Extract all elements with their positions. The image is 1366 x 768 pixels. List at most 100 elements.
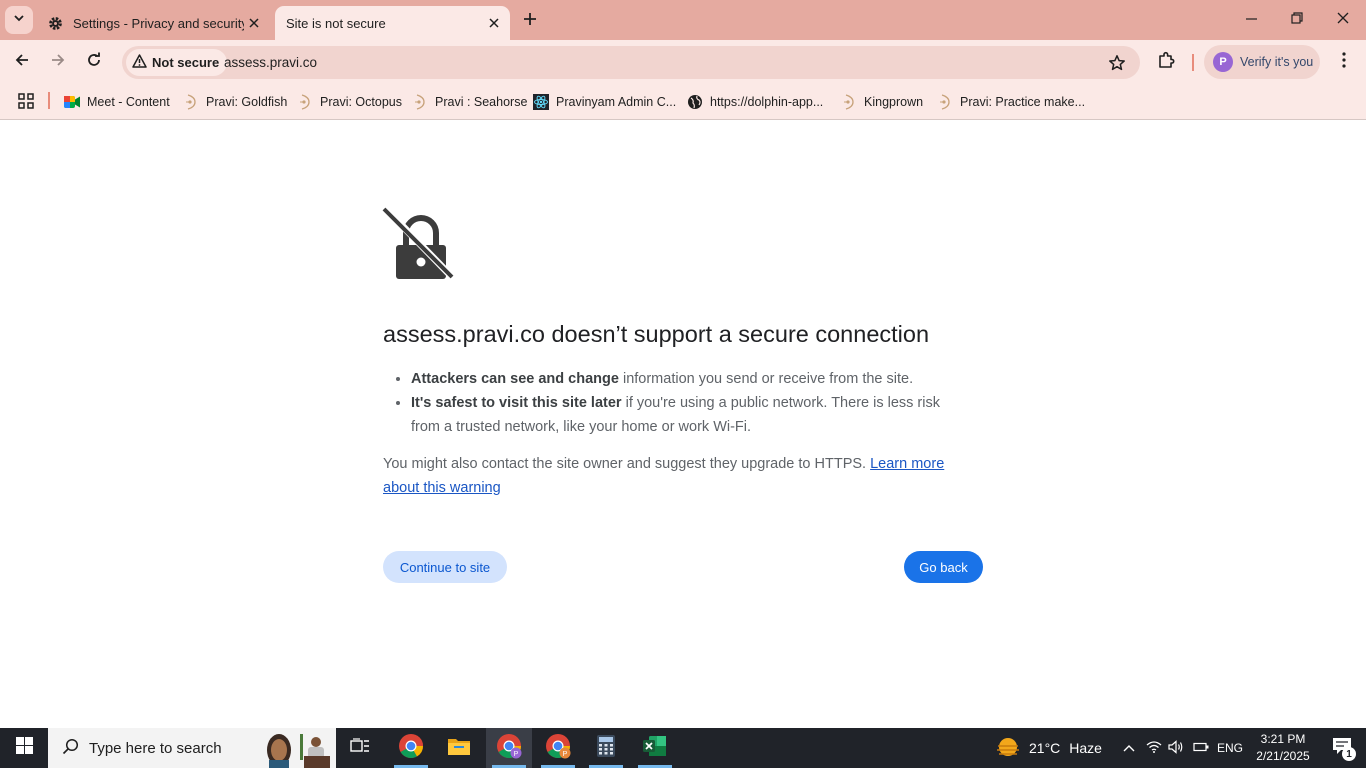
tab-title: Site is not secure [286, 15, 386, 31]
show-hidden-icons-button[interactable] [1118, 728, 1140, 768]
tab-site-not-secure[interactable]: Site is not secure [275, 6, 510, 40]
close-icon [1337, 11, 1349, 29]
reload-icon [86, 52, 102, 73]
notification-count-badge: 1 [1342, 747, 1356, 761]
taskbar-clock[interactable]: 3:21 PM 2/21/2025 [1248, 731, 1318, 765]
clock-date: 2/21/2025 [1256, 749, 1310, 763]
taskbar-search-box[interactable]: Type here to search [48, 728, 336, 768]
address-bar[interactable]: Not secure assess.pravi.co [122, 46, 1140, 79]
windows-taskbar: Type here to search P P 21°C Haze ENG 3:… [0, 728, 1366, 768]
reload-button[interactable] [80, 48, 108, 76]
action-center-button[interactable]: 1 [1322, 728, 1362, 768]
chevron-down-icon [13, 11, 25, 29]
bookmark-label: Pravi: Octopus [320, 95, 402, 109]
bookmark-pravinyam-admin[interactable]: Pravinyam Admin C... [533, 91, 676, 113]
back-button[interactable] [8, 48, 36, 76]
taskbar-task-view[interactable] [337, 728, 383, 768]
gear-icon [48, 16, 63, 31]
pravi-logo-icon [183, 94, 199, 110]
bookmarks-bar: Meet - Content Pravi: Goldfish Pravi: Oc… [0, 84, 1366, 120]
globe-icon [687, 94, 703, 110]
restore-button[interactable] [1274, 0, 1320, 40]
forward-button[interactable] [44, 48, 72, 76]
input-language[interactable]: ENG [1214, 728, 1246, 768]
taskbar-chrome-profile[interactable]: P [535, 728, 581, 768]
bookmark-pravi-seahorse[interactable]: Pravi : Seahorse [412, 91, 527, 113]
security-interstitial: assess.pravi.co doesn’t support a secure… [0, 121, 1366, 728]
url-text[interactable]: assess.pravi.co [224, 55, 317, 70]
close-tab-icon[interactable] [484, 13, 504, 33]
paragraph-text: You might also contact the site owner an… [383, 456, 871, 472]
pravi-logo-icon [412, 94, 428, 110]
bookmark-label: https://dolphin-app... [710, 95, 824, 109]
tab-settings[interactable]: Settings - Privacy and security [38, 6, 270, 40]
restore-icon [1291, 11, 1303, 29]
pravi-logo-icon [841, 94, 857, 110]
battery-icon [1193, 741, 1209, 755]
new-tab-button[interactable] [518, 9, 542, 33]
wifi-icon [1146, 740, 1162, 756]
bookmark-label: Pravi: Goldfish [206, 95, 288, 109]
more-vertical-icon [1342, 51, 1346, 73]
clock-time: 3:21 PM [1260, 732, 1306, 746]
bullet-bold-text: It's safest to visit this site later [411, 395, 622, 411]
close-window-button[interactable] [1320, 0, 1366, 40]
start-button[interactable] [0, 728, 48, 768]
excel-icon [643, 735, 667, 762]
battery-status[interactable] [1190, 728, 1212, 768]
taskbar-chrome-profile-active[interactable]: P [486, 728, 532, 768]
close-tab-icon[interactable] [244, 13, 264, 33]
weather-condition: Haze [1069, 740, 1102, 756]
arrow-left-icon [14, 52, 30, 73]
not-secure-chip[interactable]: Not secure [126, 49, 228, 76]
list-item: Attackers can see and change information… [411, 367, 971, 391]
bookmark-kingprown[interactable]: Kingprown [841, 91, 923, 113]
taskbar-calculator[interactable] [583, 728, 629, 768]
task-view-icon [350, 737, 370, 759]
apps-grid-icon[interactable] [18, 93, 34, 109]
bookmark-label: Pravinyam Admin C... [556, 95, 677, 109]
search-highlight-illustration [260, 728, 334, 768]
bullet-bold-text: Attackers can see and change [411, 371, 619, 387]
bookmark-pravi-practice[interactable]: Pravi: Practice make... [937, 91, 1085, 113]
chevron-up-icon [1123, 741, 1135, 755]
react-atom-icon [533, 94, 549, 110]
bookmark-star-icon[interactable] [1108, 54, 1126, 72]
search-placeholder: Type here to search [89, 739, 222, 757]
weather-widget[interactable]: 21°C Haze [996, 728, 1102, 768]
taskbar-file-explorer[interactable] [436, 728, 482, 768]
taskbar-excel[interactable] [632, 728, 678, 768]
plus-icon [523, 12, 537, 31]
bullet-text: information you send or receive from the… [618, 371, 914, 387]
bookmark-pravi-goldfish[interactable]: Pravi: Goldfish [183, 91, 287, 113]
chrome-profile-icon: P [496, 733, 522, 764]
bookmark-label: Pravi : Seahorse [435, 95, 528, 109]
bookmark-dolphin-app[interactable]: https://dolphin-app... [687, 91, 823, 113]
svg-text:P: P [514, 751, 519, 758]
browser-toolbar: Not secure assess.pravi.co P Verify it's… [0, 40, 1366, 84]
bookmark-label: Kingprown [864, 95, 924, 109]
profile-button[interactable]: P Verify it's you [1204, 45, 1320, 79]
broken-lock-icon [382, 206, 457, 282]
go-back-button[interactable]: Go back [904, 551, 983, 583]
warning-list: Attackers can see and change information… [411, 367, 971, 439]
continue-to-site-button[interactable]: Continue to site [383, 551, 507, 583]
minimize-button[interactable] [1228, 0, 1274, 40]
bookmark-meet-content[interactable]: Meet - Content [64, 91, 170, 113]
calculator-icon [597, 734, 615, 762]
profile-label: Verify it's you [1240, 55, 1314, 69]
minimize-icon [1245, 11, 1257, 29]
menu-button[interactable] [1330, 48, 1358, 76]
warning-triangle-icon [132, 54, 152, 71]
volume-control[interactable] [1166, 728, 1186, 768]
svg-text:P: P [563, 751, 568, 758]
taskbar-chrome[interactable] [388, 728, 434, 768]
haze-sun-icon [996, 736, 1020, 760]
toolbar-divider [1192, 54, 1194, 71]
network-status[interactable] [1144, 728, 1164, 768]
browser-tab-strip: Settings - Privacy and security Site is … [0, 0, 1366, 40]
search-icon [62, 738, 79, 759]
extensions-button[interactable] [1152, 48, 1180, 76]
tab-search-button[interactable] [5, 6, 33, 34]
bookmark-pravi-octopus[interactable]: Pravi: Octopus [297, 91, 402, 113]
